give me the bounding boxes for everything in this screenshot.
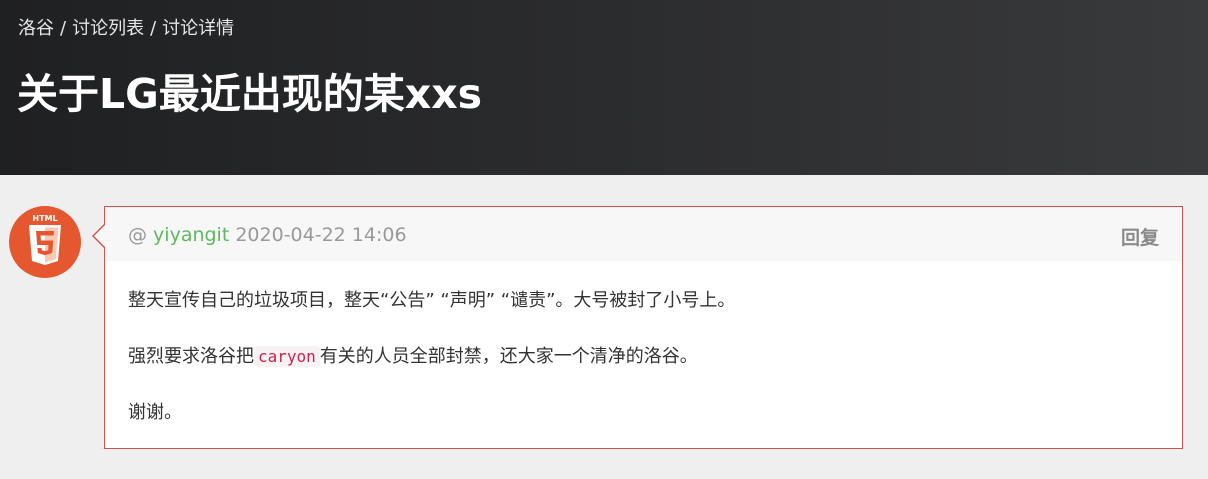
content-paragraph: 整天宣传自己的垃圾项目，整天“公告” “声明” “谴责”。大号被封了小号上。 — [128, 290, 736, 311]
page-header: 洛谷 / 讨论列表 / 讨论详情 关于LG最近出现的某xxs — [0, 0, 1208, 175]
breadcrumb-current-page: 讨论详情 — [162, 18, 235, 39]
page-title: 关于LG最近出现的某xxs — [17, 70, 483, 118]
breadcrumb-luogu-link[interactable]: 洛谷 — [18, 18, 54, 39]
card-pointer-fill — [94, 225, 105, 247]
content-paragraph: 强烈要求洛谷把 caryon 有关的人员全部封禁，还大家一个清净的洛谷。 — [128, 343, 1162, 371]
reply-card-header: @ yiyangit 2020-04-22 14:06 回复 — [105, 207, 1182, 261]
avatar[interactable]: HTML — [9, 206, 81, 278]
reply-timestamp: 2020-04-22 14:06 — [235, 224, 407, 246]
content-text: 有关的人员全部封禁，还大家一个清净的洛谷。 — [319, 346, 698, 367]
content-text: 强烈要求洛谷把 — [128, 346, 254, 367]
html5-logo-icon: HTML — [29, 214, 61, 265]
avatar-logo-text: HTML — [32, 214, 57, 223]
content-paragraph: 谢谢。 — [128, 402, 182, 423]
reply-button[interactable]: 回复 — [1121, 223, 1159, 250]
reply-content: 整天宣传自己的垃圾项目，整天“公告” “声明” “谴责”。大号被封了小号上。 强… — [128, 287, 1162, 455]
breadcrumb-separator: / — [150, 18, 157, 39]
breadcrumb-separator: / — [60, 18, 67, 39]
breadcrumb-discussion-list-link[interactable]: 讨论列表 — [72, 18, 144, 39]
reply-card: @ yiyangit 2020-04-22 14:06 回复 整天宣传自己的垃圾… — [104, 206, 1183, 449]
breadcrumb: 洛谷 / 讨论列表 / 讨论详情 — [18, 14, 234, 40]
at-sign: @ — [128, 224, 147, 246]
inline-code: caryon — [254, 346, 320, 367]
reply-meta: @ yiyangit 2020-04-22 14:06 — [128, 224, 407, 246]
author-username-link[interactable]: yiyangit — [153, 224, 229, 246]
